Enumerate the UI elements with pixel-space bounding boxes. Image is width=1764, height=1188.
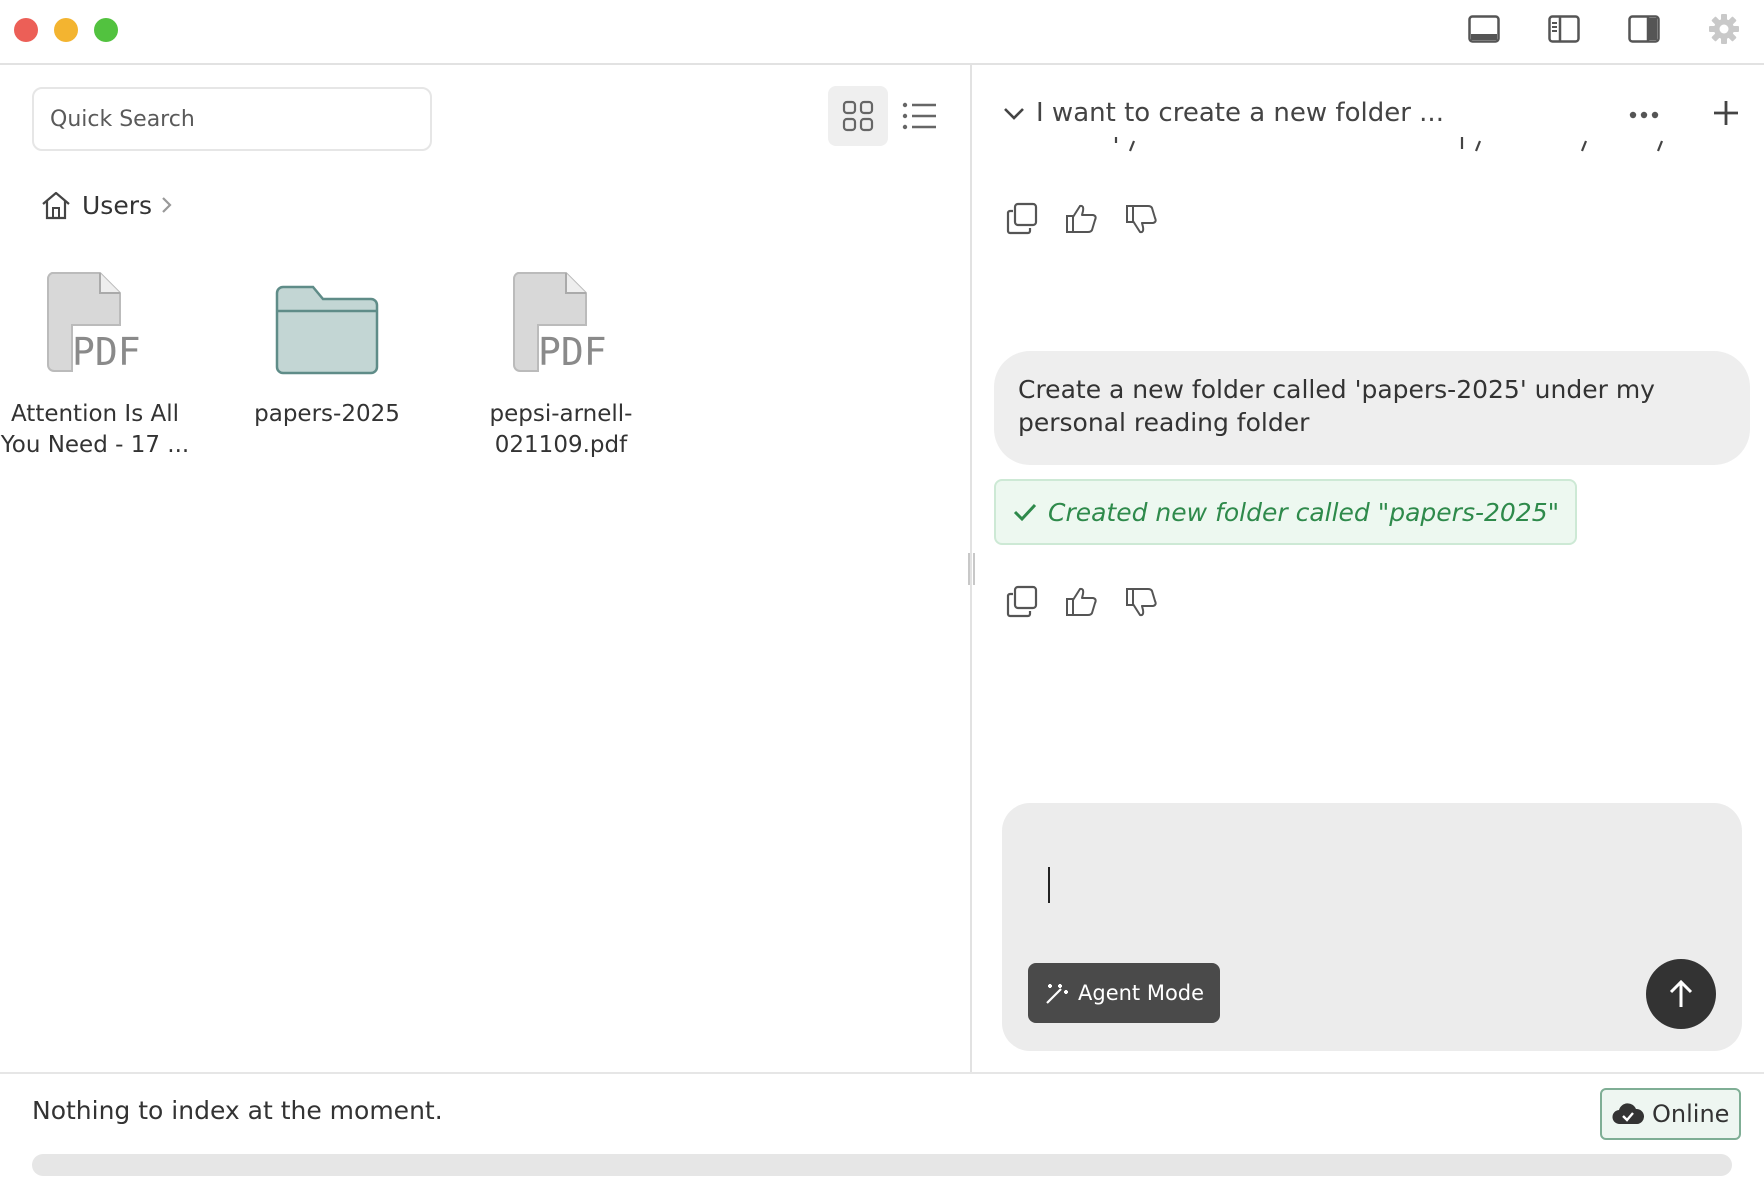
cloud-check-icon (1612, 1103, 1644, 1125)
online-label: Online (1652, 1100, 1730, 1128)
agent-mode-label: Agent Mode (1078, 981, 1205, 1005)
agent-mode-button[interactable]: Agent Mode (1028, 963, 1221, 1023)
more-horizontal-icon (1629, 111, 1659, 119)
folder-item[interactable]: papers-2025 (232, 265, 422, 430)
index-status-text: Nothing to index at the moment. (32, 1096, 443, 1125)
chevron-down-icon (1004, 108, 1024, 120)
file-item[interactable]: PDF Attention Is All You Need - 17 ... (0, 265, 190, 461)
chat-title-toggle[interactable]: I want to create a new folder ... (1002, 93, 1444, 133)
app-window: Users PDF Attention Is All You Need - 17… (0, 0, 1764, 1188)
chat-composer[interactable]: Agent Mode (1002, 803, 1742, 1051)
quick-search-input[interactable] (32, 87, 432, 151)
grid-view-button[interactable] (828, 86, 888, 146)
send-button[interactable] (1646, 959, 1716, 1029)
file-name: pepsi-arnell-021109.pdf (489, 401, 633, 458)
gear-icon[interactable] (1706, 11, 1742, 47)
svg-text:PDF: PDF (72, 330, 141, 374)
grid-view-icon (842, 100, 874, 132)
list-view-icon (902, 102, 936, 130)
thumbs-down-icon[interactable] (1122, 582, 1162, 622)
arrow-up-icon (1669, 979, 1693, 1007)
minimize-window-button[interactable] (54, 18, 78, 42)
layout-right-sidebar-icon[interactable] (1626, 11, 1662, 47)
file-item[interactable]: PDF pepsi-arnell-021109.pdf (466, 265, 656, 461)
pdf-file-icon: PDF (47, 272, 141, 374)
plus-icon (1714, 101, 1738, 125)
new-chat-button[interactable] (1706, 93, 1746, 133)
thumbs-down-icon[interactable] (1122, 199, 1162, 239)
text-cursor (1048, 867, 1050, 903)
more-options-button[interactable] (1624, 95, 1664, 135)
index-progress-bar (32, 1154, 1732, 1176)
layout-bottom-panel-icon[interactable] (1466, 11, 1502, 47)
breadcrumb-users[interactable]: Users (82, 191, 152, 220)
breadcrumb: Users (40, 185, 176, 225)
thumbs-up-icon[interactable] (1062, 582, 1102, 622)
folder-icon (275, 285, 379, 375)
copy-icon[interactable] (1002, 582, 1042, 622)
home-icon[interactable] (40, 189, 72, 221)
magic-wand-icon (1046, 984, 1068, 1004)
layout-left-sidebar-icon[interactable] (1546, 11, 1582, 47)
thumbs-up-icon[interactable] (1062, 199, 1102, 239)
scrolled-message-fragment (972, 137, 1764, 155)
message-actions (1002, 582, 1162, 622)
online-status-button[interactable]: Online (1600, 1088, 1742, 1140)
chat-title: I want to create a new folder ... (1036, 98, 1444, 128)
file-name: Attention Is All You Need - 17 ... (0, 401, 190, 458)
message-actions (1002, 199, 1162, 239)
status-bar: Nothing to index at the moment. Online (0, 1072, 1764, 1188)
list-view-button[interactable] (890, 86, 950, 146)
chevron-right-icon (162, 197, 172, 213)
tool-result-text: Created new folder called "papers-2025" (1048, 497, 1560, 527)
folder-name: papers-2025 (254, 401, 400, 427)
chat-pane: I want to create a new folder ... Create… (972, 65, 1764, 1072)
user-message-bubble: Create a new folder called 'papers-2025'… (994, 351, 1750, 465)
file-browser-pane: Users PDF Attention Is All You Need - 17… (0, 65, 970, 1072)
title-bar (0, 0, 1764, 65)
checkmark-icon (1013, 503, 1037, 522)
svg-text:PDF: PDF (538, 330, 607, 374)
maximize-window-button[interactable] (94, 18, 118, 42)
close-window-button[interactable] (14, 18, 38, 42)
tool-result-badge: Created new folder called "papers-2025" (994, 479, 1578, 545)
copy-icon[interactable] (1002, 199, 1042, 239)
pdf-file-icon: PDF (513, 272, 607, 374)
